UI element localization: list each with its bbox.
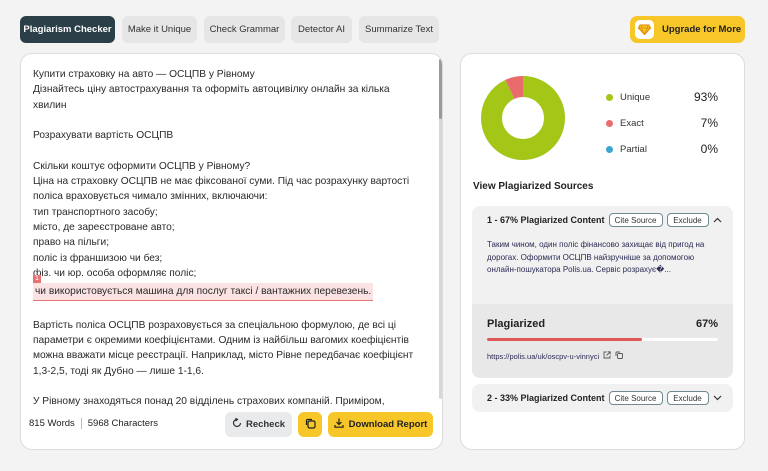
upgrade-label: Upgrade for More xyxy=(662,24,742,35)
recheck-button[interactable]: Recheck xyxy=(225,412,292,437)
legend-partial: Partial 0% xyxy=(606,142,718,156)
results-panel: Unique 93% Exact 7% Partial 0% View Plag… xyxy=(460,53,745,450)
copy-link-icon[interactable] xyxy=(615,351,624,361)
highlighted-text: чи використовується машина для послуг та… xyxy=(33,283,374,302)
scrollbar-thumb[interactable] xyxy=(439,59,442,119)
text-line: фіз. чи юр. особа оформляє поліс; xyxy=(33,267,197,279)
exclude-button[interactable]: Exclude xyxy=(666,391,709,405)
text-line: Купити страховку на авто — ОСЦПВ у Рівно… xyxy=(33,69,255,80)
upgrade-button[interactable]: Upgrade for More xyxy=(630,16,745,43)
legend-value: 7% xyxy=(700,116,718,130)
source-card-header[interactable]: 2 - 33% Plagiarized Content Cite Source … xyxy=(472,384,733,412)
tab-summarize-text[interactable]: Summarize Text xyxy=(359,16,439,43)
tab-plagiarism-checker[interactable]: Plagiarism Checker xyxy=(20,16,115,43)
text-input-area[interactable]: Купити страховку на авто — ОСЦПВ у Рівно… xyxy=(33,67,433,407)
text-line: 1,3-2,5, тоді як Дубно — лише 1-1,6. xyxy=(33,365,204,377)
legend-label: Exact xyxy=(620,117,644,129)
source-card-2: 2 - 33% Plagiarized Content Cite Source … xyxy=(472,384,733,412)
text-line: Скільки коштує оформити ОСЦПВ у Рівному? xyxy=(33,160,251,172)
text-line: тип транспортного засобу; xyxy=(33,206,158,218)
word-count: 815 Words xyxy=(29,418,75,429)
plagiarism-highlight[interactable]: 1 чи використовується машина для послуг … xyxy=(33,275,433,302)
copy-button[interactable] xyxy=(298,412,322,437)
chevron-down-icon[interactable] xyxy=(713,393,723,403)
source-title: 1 - 67% Plagiarized Content xyxy=(487,215,605,225)
text-line: хвилин xyxy=(33,99,67,111)
cite-source-button[interactable]: Cite Source xyxy=(608,213,663,227)
download-report-button[interactable]: Download Report xyxy=(328,412,433,437)
text-line: місто, де зареєстроване авто; xyxy=(33,221,175,233)
text-line: Вартість поліса ОСЦПВ розраховується за … xyxy=(33,319,396,331)
refresh-icon xyxy=(232,417,242,431)
text-line: поліс із франшизою чи без; xyxy=(33,252,163,264)
recheck-label: Recheck xyxy=(245,419,286,430)
editor-scrollbar[interactable] xyxy=(439,59,442,399)
legend-value: 93% xyxy=(693,90,718,104)
progress-fill xyxy=(487,338,642,341)
source-card-header[interactable]: 1 - 67% Plagiarized Content Cite Source … xyxy=(472,206,733,234)
text-line: Ціна на страховку ОСЦПВ не має фіксовано… xyxy=(33,176,410,188)
unique-dot xyxy=(606,93,613,101)
character-count: 5968 Characters xyxy=(87,418,158,429)
tab-detector-ai[interactable]: Detector AI xyxy=(291,16,352,43)
legend-label: Partial xyxy=(620,143,647,155)
plagiarized-percent: 67% xyxy=(695,318,718,330)
tab-make-it-unique[interactable]: Make it Unique xyxy=(122,16,197,43)
text-line: Розрахувати вартість ОСЦПВ xyxy=(33,130,174,142)
plagiarism-donut-chart xyxy=(481,76,565,160)
copy-icon xyxy=(305,418,316,432)
text-line: параметри є окремими коефіцієнтами. Одни… xyxy=(33,335,409,347)
download-icon xyxy=(334,418,344,431)
highlight-badge: 1 xyxy=(33,275,41,284)
external-link-icon[interactable] xyxy=(603,351,611,361)
legend-label: Unique xyxy=(620,91,651,103)
source-excerpt: Таким чином, один поліс фінансово захища… xyxy=(487,240,705,274)
plagiarized-label: Plagiarized xyxy=(487,318,546,330)
text-line: можна вважати місце реєстрації. Наприкла… xyxy=(33,350,414,362)
text-line: право на пільги; xyxy=(33,237,110,249)
cite-source-button[interactable]: Cite Source xyxy=(608,391,663,405)
text-stats: 815 Words 5968 Characters xyxy=(29,418,158,429)
diamond-icon xyxy=(635,20,654,39)
plagiarized-summary: Plagiarized 67% https://polis.ua/uk/oscp… xyxy=(472,304,733,378)
plagiarized-progress-bar xyxy=(487,338,718,341)
text-editor-panel: Купити страховку на авто — ОСЦПВ у Рівно… xyxy=(20,53,443,450)
exclude-button[interactable]: Exclude xyxy=(666,213,709,227)
text-line: У Рівному знаходяться понад 20 відділень… xyxy=(33,396,385,407)
tab-check-grammar[interactable]: Check Grammar xyxy=(204,16,285,43)
text-line: Дізнайтесь ціну автострахування та оформ… xyxy=(33,84,390,96)
exact-dot xyxy=(606,119,613,127)
source-title: 2 - 33% Plagiarized Content xyxy=(487,393,605,403)
partial-dot xyxy=(606,145,613,153)
sources-title: View Plagiarized Sources xyxy=(473,181,594,192)
source-url-row: https://polis.ua/uk/oscpv-u-vinnyci xyxy=(487,351,624,361)
chevron-up-icon[interactable] xyxy=(713,215,723,225)
source-url-link[interactable]: https://polis.ua/uk/oscpv-u-vinnyci xyxy=(487,352,599,361)
download-label: Download Report xyxy=(348,419,428,430)
source-card-1: 1 - 67% Plagiarized Content Cite Source … xyxy=(472,206,733,378)
text-line: поліса враховується чимало змінних, вклю… xyxy=(33,191,268,203)
legend-exact: Exact 7% xyxy=(606,116,718,130)
legend-value: 0% xyxy=(700,142,718,156)
legend-unique: Unique 93% xyxy=(606,90,718,104)
